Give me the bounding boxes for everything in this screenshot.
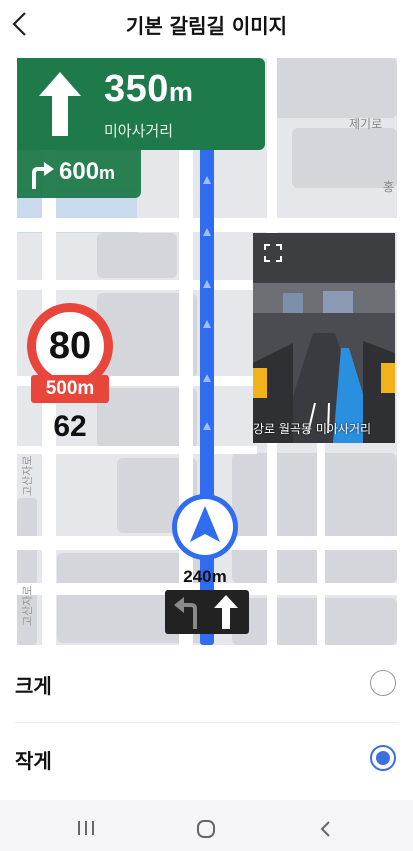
current-speed: 62 (53, 410, 87, 443)
straight-lane-icon (214, 595, 238, 629)
system-navigation-bar (0, 800, 413, 851)
recents-icon[interactable] (77, 820, 95, 836)
junction-illustration (253, 233, 395, 443)
turn-distance: 350m (104, 68, 194, 110)
turn-left-lane-icon (174, 597, 197, 629)
home-icon[interactable] (196, 819, 216, 839)
junction-direction-labels: 강로 월곡동 미아사거리 (253, 422, 372, 436)
option-small-radio[interactable] (370, 745, 396, 771)
app-header: 기본 갈림길 이미지 (0, 0, 413, 48)
road-name: 미아사거리 (104, 122, 174, 140)
street-label-gosan-1: 고산자로 (21, 456, 34, 496)
next-turn-panel: 600m (17, 150, 141, 198)
option-large-radio[interactable] (370, 670, 396, 696)
expand-icon[interactable] (263, 243, 283, 263)
lane-guide-distance: 240m (183, 567, 227, 586)
lane-guide (165, 590, 249, 634)
option-small[interactable]: 작게 (0, 723, 413, 797)
turn-guidance-panel: 350m 미아사거리 (17, 58, 265, 150)
street-label-gosan-2: 고산자로 (21, 586, 34, 626)
turn-right-icon (32, 162, 54, 189)
option-small-label: 작게 (15, 749, 52, 773)
option-large[interactable]: 크게 (0, 648, 413, 722)
street-label-hong: 홍 (383, 180, 394, 194)
junction-view-image[interactable]: 강로 월곡동 미아사거리 (253, 233, 395, 443)
current-location-icon (172, 494, 238, 560)
back-icon[interactable] (318, 819, 334, 839)
page-title: 기본 갈림길 이미지 (125, 14, 288, 38)
camera-distance-badge: 500m (31, 375, 109, 403)
next-turn-distance: 600m (59, 158, 116, 185)
street-label-jegi: 제기로 (349, 117, 382, 131)
option-large-label: 크게 (15, 674, 52, 698)
speed-limit-value: 80 (36, 312, 104, 380)
arrow-up-icon (39, 72, 81, 136)
